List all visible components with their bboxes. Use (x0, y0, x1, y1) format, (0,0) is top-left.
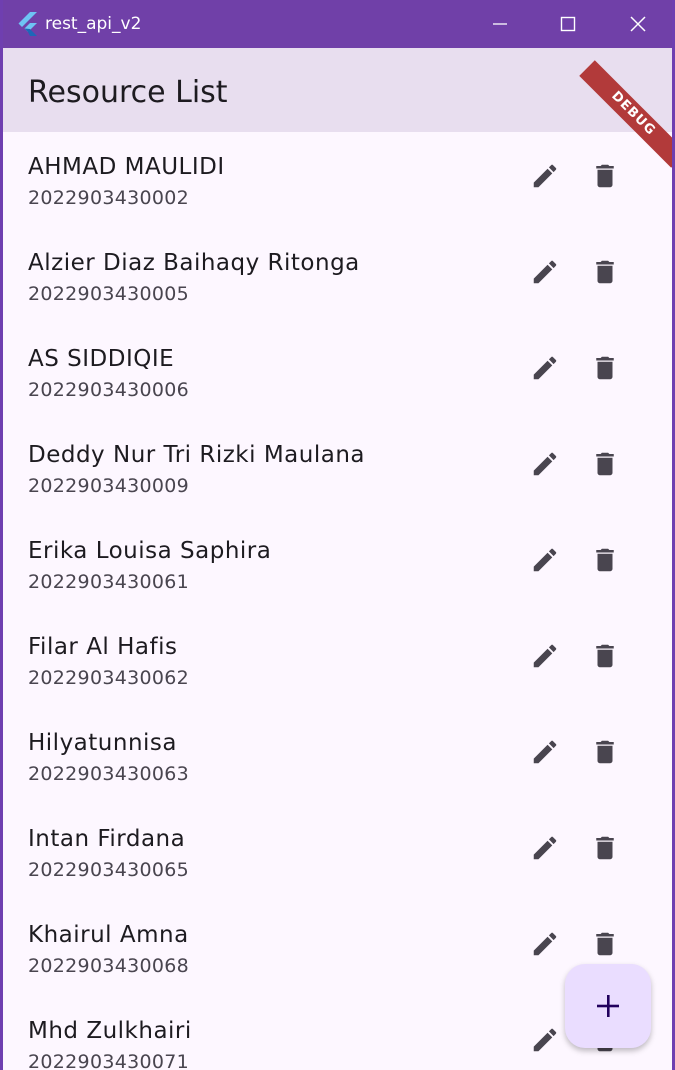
pencil-icon (533, 1028, 557, 1052)
edit-button[interactable] (525, 828, 565, 868)
pencil-icon (533, 644, 557, 668)
window-title: rest_api_v2 (45, 14, 142, 34)
maximize-icon (560, 16, 576, 32)
page-title: Resource List (28, 75, 228, 110)
edit-button[interactable] (525, 540, 565, 580)
list-item[interactable]: Intan Firdana 2022903430065 (3, 804, 672, 900)
pencil-icon (533, 740, 557, 764)
edit-button[interactable] (525, 924, 565, 964)
list-item[interactable]: Erika Louisa Saphira 2022903430061 (3, 516, 672, 612)
list-item[interactable]: Filar Al Hafis 2022903430062 (3, 612, 672, 708)
trash-icon (596, 740, 614, 764)
trash-icon (596, 260, 614, 284)
delete-button[interactable] (585, 924, 625, 964)
item-id: 2022903430062 (28, 667, 190, 689)
maximize-button[interactable] (534, 0, 602, 48)
delete-button[interactable] (585, 540, 625, 580)
item-name: AHMAD MAULIDI (28, 154, 225, 180)
item-id: 2022903430065 (28, 859, 190, 881)
app-window: rest_api_v2 Resource List DEBUG AHMAD MA… (0, 0, 675, 1070)
list-item[interactable]: Alzier Diaz Baihaqy Ritonga 2022903430005 (3, 228, 672, 324)
item-name: Deddy Nur Tri Rizki Maulana (28, 442, 365, 468)
pencil-icon (533, 164, 557, 188)
edit-button[interactable] (525, 732, 565, 772)
trash-icon (596, 356, 614, 380)
trash-icon (596, 836, 614, 860)
pencil-icon (533, 548, 557, 572)
item-id: 2022903430071 (28, 1051, 190, 1070)
trash-icon (596, 548, 614, 572)
item-id: 2022903430002 (28, 187, 190, 209)
pencil-icon (533, 356, 557, 380)
item-name: Khairul Amna (28, 922, 189, 948)
pencil-icon (533, 452, 557, 476)
item-name: Hilyatunnisa (28, 730, 177, 756)
trash-icon (596, 164, 614, 188)
edit-button[interactable] (525, 636, 565, 676)
list-item[interactable]: AHMAD MAULIDI 2022903430002 (3, 132, 672, 228)
item-id: 2022903430068 (28, 955, 190, 977)
item-name: Filar Al Hafis (28, 634, 178, 660)
trash-icon (596, 644, 614, 668)
delete-button[interactable] (585, 732, 625, 772)
minimize-button[interactable] (466, 0, 534, 48)
item-name: Intan Firdana (28, 826, 186, 852)
item-id: 2022903430005 (28, 283, 190, 305)
list-item[interactable]: AS SIDDIQIE 2022903430006 (3, 324, 672, 420)
title-bar: rest_api_v2 (3, 0, 672, 48)
resource-list: AHMAD MAULIDI 2022903430002 Alzier Diaz Ba… (3, 132, 672, 1070)
plus-icon (597, 995, 619, 1017)
item-name: AS SIDDIQIE (28, 346, 175, 372)
close-icon (630, 16, 646, 32)
delete-button[interactable] (585, 636, 625, 676)
delete-button[interactable] (585, 444, 625, 484)
edit-button[interactable] (525, 348, 565, 388)
close-button[interactable] (604, 0, 672, 48)
item-name: Mhd Zulkhairi (28, 1018, 192, 1044)
pencil-icon (533, 260, 557, 284)
delete-button[interactable] (585, 156, 625, 196)
trash-icon (596, 452, 614, 476)
item-id: 2022903430009 (28, 475, 190, 497)
delete-button[interactable] (585, 348, 625, 388)
item-name: Alzier Diaz Baihaqy Ritonga (28, 250, 360, 276)
flutter-logo-icon (18, 12, 37, 36)
edit-button[interactable] (525, 156, 565, 196)
trash-icon (596, 932, 614, 956)
list-item[interactable]: Deddy Nur Tri Rizki Maulana 2022903430009 (3, 420, 672, 516)
delete-button[interactable] (585, 828, 625, 868)
item-id: 2022903430061 (28, 571, 190, 593)
delete-button[interactable] (585, 252, 625, 292)
add-button[interactable] (565, 964, 651, 1048)
pencil-icon (533, 836, 557, 860)
edit-button[interactable] (525, 1020, 565, 1060)
edit-button[interactable] (525, 252, 565, 292)
item-id: 2022903430063 (28, 763, 190, 785)
item-name: Erika Louisa Saphira (28, 538, 272, 564)
minimize-icon (493, 23, 507, 25)
app-bar: Resource List DEBUG (3, 48, 672, 168)
edit-button[interactable] (525, 444, 565, 484)
list-item[interactable]: Hilyatunnisa 2022903430063 (3, 708, 672, 804)
item-id: 2022903430006 (28, 379, 190, 401)
pencil-icon (533, 932, 557, 956)
